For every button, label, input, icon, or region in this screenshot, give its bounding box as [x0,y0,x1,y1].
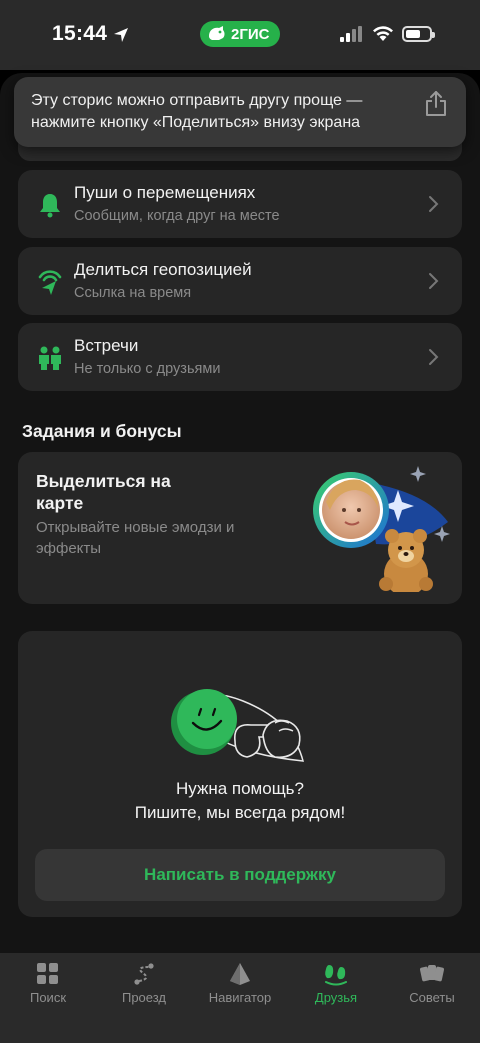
help-line-2: Пишите, мы всегда рядом! [134,803,346,822]
tab-label: Поиск [29,990,67,1005]
cards-icon [420,965,444,982]
grid-icon [37,963,58,984]
section-title-tasks: Задания и бонусы [22,421,182,441]
support-button[interactable]: Написать в поддержку [35,849,445,901]
menu-item-subtitle: Сообщим, когда друг на месте [74,208,280,224]
chevron-right-icon [429,273,439,289]
friends-icon [325,965,347,986]
promo-title: Выделиться на карте [36,471,171,513]
battery-icon [402,26,435,42]
navigator-icon [230,963,250,985]
menu-item-movement-push[interactable]: Пуши о перемещениях Сообщим, когда друг … [18,170,462,238]
route-icon [134,963,154,985]
menu-item-title: Делиться геопозицией [74,260,252,279]
share-icon[interactable] [424,89,448,117]
menu-item-title: Пуши о перемещениях [74,183,256,202]
share-hint-toast[interactable]: Эту сторис можно отправить другу проще —… [14,77,466,147]
tab-label: Проезд [121,990,166,1005]
tab-label: Навигатор [208,990,272,1005]
promo-card-stand-out[interactable]: Выделиться на карте Открывайте новые эмо… [18,452,462,604]
location-arrow-icon [114,28,128,42]
chevron-right-icon [429,196,439,212]
dog-logo-icon [209,26,225,40]
help-text: Нужна помощь? Пишите, мы всегда рядом! [18,777,462,825]
promo-subtitle: Открывайте новые эмодзи и эффекты [36,519,235,557]
friends-sheet: Пуши о перемещениях Сообщим, когда друг … [0,73,480,953]
menu-item-subtitle: Не только с друзьями [74,361,221,377]
menu-item-meetings[interactable]: Встречи Не только с друзьями [18,323,462,391]
help-card: Нужна помощь? Пишите, мы всегда рядом! Н… [18,631,462,917]
help-line-1: Нужна помощь? [175,779,304,798]
teddy-bear-icon [379,529,433,592]
menu-item-subtitle: Ссылка на время [74,285,192,301]
tab-bar: Поиск Проезд Навигатор Друзья Советы [0,953,480,1043]
tab-route[interactable]: Проезд [96,961,192,1007]
location-share-icon [38,270,62,295]
menu-item-share-location[interactable]: Делиться геопозицией Ссылка на время [18,247,462,315]
brand-pill[interactable]: 2ГИС [200,21,280,47]
tab-search[interactable]: Поиск [0,961,96,1007]
tab-friends[interactable]: Друзья [288,961,384,1007]
tab-navigator[interactable]: Навигатор [192,961,288,1007]
avatar-effects-illustration [313,466,450,592]
brand-label: 2ГИС [231,26,270,43]
bell-icon [40,194,60,218]
wifi-icon [373,26,393,41]
toast-text: Эту сторис можно отправить другу проще —… [31,92,363,131]
tab-tips[interactable]: Советы [384,961,480,1007]
people-icon [39,346,61,370]
menu-item-title: Встречи [74,336,139,355]
support-illustration [171,689,304,762]
tab-label: Друзья [314,990,358,1005]
chevron-right-icon [429,349,439,365]
status-time: 15:44 [52,22,108,45]
status-bar: 15:44 2ГИС [0,0,480,70]
signal-icon [340,26,362,42]
tab-label: Советы [409,990,455,1005]
